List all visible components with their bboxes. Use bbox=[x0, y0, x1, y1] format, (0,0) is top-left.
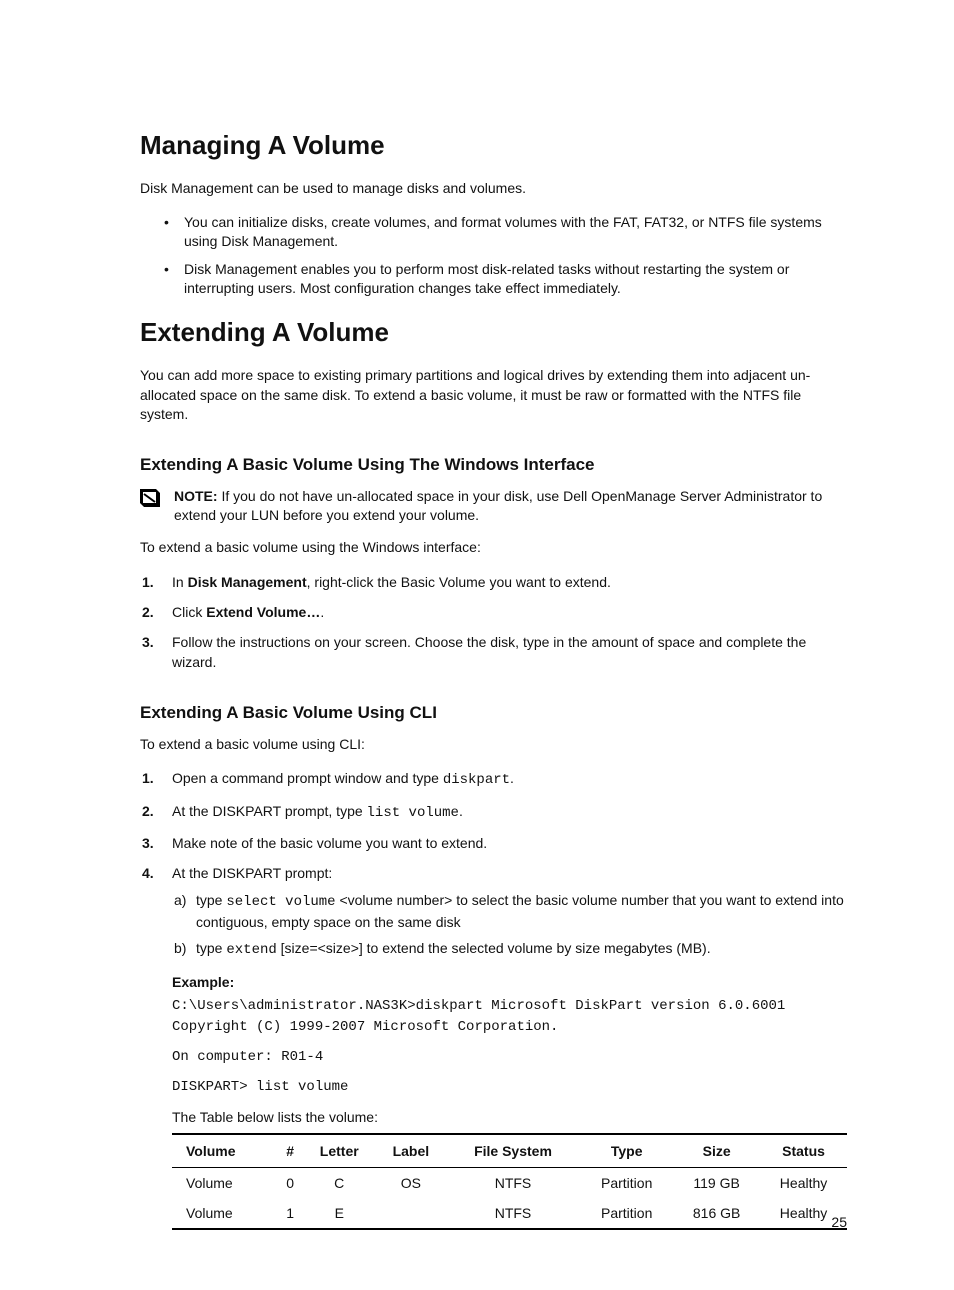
code-block: C:\Users\administrator.NAS3K>diskpart Mi… bbox=[172, 996, 847, 1037]
text-bold: Extend Volume… bbox=[206, 604, 320, 620]
text-fragment: At the DISKPART prompt: bbox=[172, 865, 332, 881]
text-fragment: . bbox=[320, 604, 324, 620]
example-label: Example: bbox=[172, 974, 847, 990]
steps-windows: In Disk Management, right-click the Basi… bbox=[140, 572, 847, 673]
note-icon bbox=[140, 489, 160, 507]
heading-managing-volume: Managing A Volume bbox=[140, 130, 847, 161]
column-header: Letter bbox=[303, 1134, 376, 1168]
list-item: At the DISKPART prompt, type list volume… bbox=[172, 801, 847, 823]
table-cell: Healthy bbox=[760, 1168, 847, 1199]
text-bold: Disk Management bbox=[188, 574, 307, 590]
table-cell: NTFS bbox=[446, 1198, 580, 1229]
subheading-windows-interface: Extending A Basic Volume Using The Windo… bbox=[140, 455, 847, 475]
note-prefix: NOTE: bbox=[174, 488, 218, 504]
table-header-row: Volume # Letter Label File System Type S… bbox=[172, 1134, 847, 1168]
table-cell: Volume bbox=[172, 1198, 278, 1229]
list-item: At the DISKPART prompt: type select volu… bbox=[172, 863, 847, 960]
table-cell: NTFS bbox=[446, 1168, 580, 1199]
paragraph: To extend a basic volume using CLI: bbox=[140, 735, 847, 755]
text-fragment: Click bbox=[172, 604, 206, 620]
list-item: Disk Management enables you to perform m… bbox=[184, 260, 847, 299]
table-cell: E bbox=[303, 1198, 376, 1229]
table-cell: Partition bbox=[580, 1168, 673, 1199]
column-header: # bbox=[278, 1134, 303, 1168]
inline-code: extend bbox=[226, 942, 276, 958]
text-fragment: [size=<size>] to extend the selected vol… bbox=[277, 940, 711, 956]
paragraph: Disk Management can be used to manage di… bbox=[140, 179, 847, 199]
paragraph: You can add more space to existing prima… bbox=[140, 366, 847, 425]
text-fragment: , right-click the Basic Volume you want … bbox=[307, 574, 611, 590]
note-block: NOTE: If you do not have un-allocated sp… bbox=[140, 487, 847, 526]
table-cell: 816 GB bbox=[673, 1198, 760, 1229]
column-header: Label bbox=[376, 1134, 446, 1168]
code-block: DISKPART> list volume bbox=[172, 1077, 847, 1097]
text-fragment: . bbox=[459, 803, 463, 819]
list-item: Open a command prompt window and type di… bbox=[172, 768, 847, 790]
note-text: NOTE: If you do not have un-allocated sp… bbox=[174, 487, 847, 526]
column-header: Volume bbox=[172, 1134, 278, 1168]
heading-extending-volume: Extending A Volume bbox=[140, 317, 847, 348]
bullet-list: You can initialize disks, create volumes… bbox=[140, 213, 847, 299]
inline-code: list volume bbox=[367, 805, 459, 821]
table-row: Volume 0 C OS NTFS Partition 119 GB Heal… bbox=[172, 1168, 847, 1199]
note-body: If you do not have un-allocated space in… bbox=[174, 488, 822, 524]
steps-cli: Open a command prompt window and type di… bbox=[140, 768, 847, 960]
inline-code: diskpart bbox=[443, 772, 510, 788]
table-cell: 119 GB bbox=[673, 1168, 760, 1199]
sub-steps: type select volume <volume number> to se… bbox=[172, 890, 847, 961]
subheading-cli: Extending A Basic Volume Using CLI bbox=[140, 703, 847, 723]
table-cell: Volume bbox=[172, 1168, 278, 1199]
list-item: In Disk Management, right-click the Basi… bbox=[172, 572, 847, 592]
table-caption: The Table below lists the volume: bbox=[172, 1108, 847, 1128]
list-item: Click Extend Volume…. bbox=[172, 602, 847, 622]
table-cell: C bbox=[303, 1168, 376, 1199]
table-cell: 0 bbox=[278, 1168, 303, 1199]
list-item: type extend [size=<size>] to extend the … bbox=[196, 938, 847, 960]
table-cell: OS bbox=[376, 1168, 446, 1199]
list-item: Follow the instructions on your screen. … bbox=[172, 632, 847, 673]
paragraph: To extend a basic volume using the Windo… bbox=[140, 538, 847, 558]
table-cell: 1 bbox=[278, 1198, 303, 1229]
column-header: Type bbox=[580, 1134, 673, 1168]
text-fragment: At the DISKPART prompt, type bbox=[172, 803, 367, 819]
list-item: You can initialize disks, create volumes… bbox=[184, 213, 847, 252]
list-item: type select volume <volume number> to se… bbox=[196, 890, 847, 933]
list-item: Make note of the basic volume you want t… bbox=[172, 833, 847, 853]
text-fragment: In bbox=[172, 574, 188, 590]
text-fragment: . bbox=[510, 770, 514, 786]
text-fragment: Open a command prompt window and type bbox=[172, 770, 443, 786]
table-row: Volume 1 E NTFS Partition 816 GB Healthy bbox=[172, 1198, 847, 1229]
column-header: Size bbox=[673, 1134, 760, 1168]
page-number: 25 bbox=[831, 1214, 847, 1230]
document-page: Managing A Volume Disk Management can be… bbox=[0, 0, 954, 1290]
table-cell bbox=[376, 1198, 446, 1229]
text-fragment: type bbox=[196, 940, 226, 956]
code-block: On computer: R01-4 bbox=[172, 1047, 847, 1067]
volume-table: Volume # Letter Label File System Type S… bbox=[172, 1133, 847, 1230]
column-header: File System bbox=[446, 1134, 580, 1168]
table-cell: Partition bbox=[580, 1198, 673, 1229]
inline-code: select volume bbox=[226, 894, 335, 910]
text-fragment: type bbox=[196, 892, 226, 908]
column-header: Status bbox=[760, 1134, 847, 1168]
